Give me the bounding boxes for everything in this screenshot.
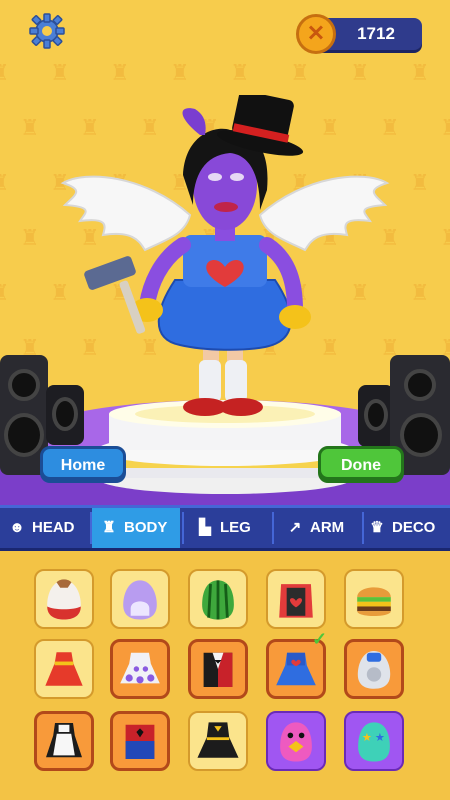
- shirt-pattern-icon: ♜: [110, 60, 130, 85]
- shirt-pattern-icon: ♜: [440, 115, 450, 140]
- outfit-black-gold-dress[interactable]: [188, 711, 248, 771]
- shirt-pattern-icon: ♜: [410, 280, 430, 305]
- coin-icon: ✕: [296, 14, 336, 54]
- done-button[interactable]: Done: [318, 446, 404, 480]
- outfit-red-dress[interactable]: [34, 639, 94, 699]
- outfit-white-purple-dress[interactable]: [110, 639, 170, 699]
- svg-text:★: ★: [362, 731, 372, 744]
- coin-amount: 1712: [357, 24, 395, 43]
- shirt-pattern-icon: ♜: [0, 280, 10, 306]
- category-tab-bar: ☻ HEAD ♜ BODY ▙ LEG ↗ ARM ♛ DECO: [0, 505, 450, 551]
- outfit-grid: ★ ★: [0, 551, 450, 800]
- shirt-pattern-icon: ♜: [410, 60, 430, 85]
- shirt-pattern-icon: ♜: [230, 60, 250, 85]
- shirt-pattern-icon: ♜: [0, 170, 10, 196]
- shirt-pattern-icon: ♜: [410, 170, 430, 195]
- shirt-icon: ♜: [102, 519, 116, 536]
- tab-body[interactable]: ♜ BODY: [92, 508, 180, 548]
- crown-icon: ♛: [370, 519, 384, 536]
- equipped-check-icon: ✓: [312, 629, 328, 649]
- arm-icon: ↗: [288, 519, 302, 536]
- character-avatar: [60, 95, 390, 416]
- outfit-cape-heart[interactable]: [266, 569, 326, 629]
- outfit-purple-egg[interactable]: [110, 569, 170, 629]
- outfit-white-red-egg[interactable]: [34, 569, 94, 629]
- tab-head[interactable]: ☻ HEAD: [0, 508, 98, 548]
- outfit-pink-bird[interactable]: [266, 711, 326, 771]
- settings-gear-icon[interactable]: [28, 12, 66, 50]
- shirt-pattern-icon: ♜: [20, 115, 40, 140]
- tab-arm[interactable]: ↗ ARM: [280, 508, 366, 548]
- shirt-pattern-icon: ♜: [0, 60, 10, 86]
- outfit-maid[interactable]: [34, 711, 94, 771]
- outfit-spider-suit[interactable]: [110, 711, 170, 771]
- character-stage: ♜♜♜♜♜♜♜♜♜♜♜♜♜♜♜♜♜♜♜♜♜♜♜♜♜♜♜♜♜♜♜♜♜♜♜♜♜♜♜♜…: [0, 0, 450, 505]
- outfit-watermelon[interactable]: [188, 569, 248, 629]
- shirt-pattern-icon: ♜: [170, 60, 190, 85]
- shirt-pattern-icon: ♜: [20, 225, 40, 250]
- tab-deco[interactable]: ♛ DECO: [366, 508, 450, 548]
- tab-leg[interactable]: ▙ LEG: [190, 508, 276, 548]
- head-icon: ☻: [9, 519, 25, 536]
- home-button[interactable]: Home: [40, 446, 126, 480]
- outfit-astronaut-egg[interactable]: [344, 639, 404, 699]
- outfit-teal-star[interactable]: ★ ★: [344, 711, 404, 771]
- outfit-burger[interactable]: [344, 569, 404, 629]
- shirt-pattern-icon: ♜: [50, 60, 70, 85]
- hammer-prop: [84, 256, 146, 334]
- shirt-pattern-icon: ♜: [350, 60, 370, 85]
- shirt-pattern-icon: ♜: [440, 225, 450, 250]
- boot-icon: ▙: [199, 519, 211, 536]
- shirt-pattern-icon: ♜: [290, 60, 310, 85]
- svg-text:★: ★: [375, 731, 385, 744]
- outfit-tuxedo[interactable]: [188, 639, 248, 699]
